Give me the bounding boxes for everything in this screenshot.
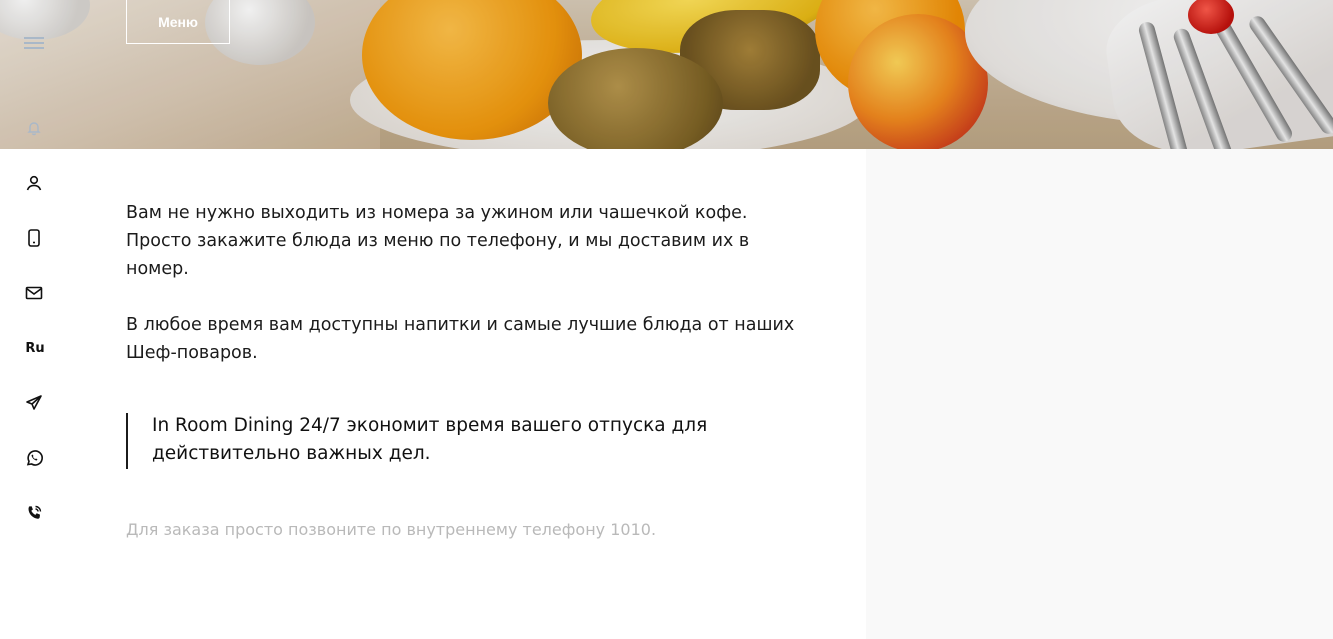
side-panel (866, 149, 1333, 639)
hamburger-menu-icon[interactable] (24, 37, 44, 49)
telegram-icon[interactable] (22, 391, 46, 415)
order-note: Для заказа просто позвоните по внутренне… (126, 520, 657, 539)
language-switch[interactable]: Ru (22, 338, 48, 358)
phone-icon[interactable] (22, 226, 46, 250)
whatsapp-icon[interactable] (22, 446, 46, 470)
intro-paragraph: Вам не нужно выходить из номера за ужино… (126, 203, 750, 279)
quote-text: In Room Dining 24/7 экономит время вашег… (152, 415, 708, 464)
user-icon[interactable] (22, 171, 46, 195)
blockquote: In Room Dining 24/7 экономит время вашег… (126, 413, 816, 469)
main-content: Вам не нужно выходить из номера за ужино… (126, 199, 816, 395)
menu-button[interactable]: Меню (126, 0, 230, 44)
page: Меню Ru Вам не нужно выходить из номера … (0, 0, 1333, 639)
phone-call-icon[interactable] (22, 501, 46, 525)
mail-icon[interactable] (22, 281, 46, 305)
bell-icon[interactable] (22, 116, 46, 140)
availability-paragraph: В любое время вам доступны напитки и сам… (126, 315, 795, 363)
